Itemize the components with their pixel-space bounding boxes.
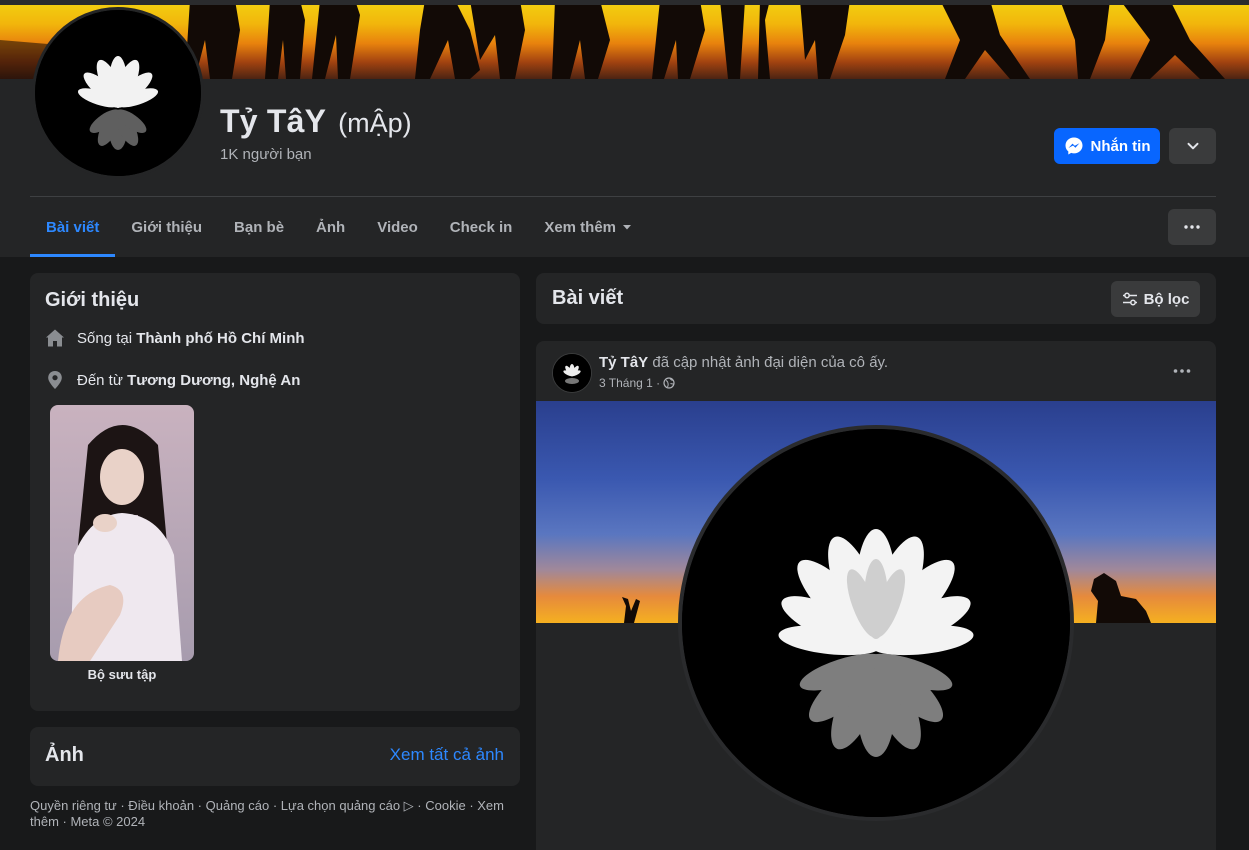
tab-label: Check in: [449, 218, 513, 236]
post-card: Tỷ TâY đã cập nhật ảnh đại diện của cô ấ…: [536, 341, 1216, 850]
caret-down-icon: [623, 225, 632, 230]
location-pin-icon: [48, 371, 62, 389]
profile-alt-name: (mẬp): [338, 108, 412, 138]
more-dots-icon: [1184, 225, 1200, 229]
intro-title: Giới thiệu: [45, 289, 140, 311]
post-lotus-circle: [678, 425, 1074, 821]
tab-about[interactable]: Giới thiệu: [115, 197, 218, 257]
friend-count[interactable]: 1K người bạn: [220, 146, 312, 163]
profile-options-dropdown[interactable]: [1169, 128, 1216, 164]
tab-see-more[interactable]: Xem thêm: [528, 197, 648, 257]
more-options-button[interactable]: [1168, 209, 1216, 245]
post-author-avatar[interactable]: [552, 353, 592, 393]
posts-header-card: Bài viết Bộ lọc: [536, 273, 1216, 324]
filter-label: Bộ lọc: [1143, 290, 1190, 308]
footer-links[interactable]: Quyền riêng tư · Điều khoản · Quảng cáo …: [30, 798, 520, 830]
post-menu-button[interactable]: [1166, 357, 1198, 385]
tab-label: Giới thiệu: [131, 218, 203, 236]
featured-caption: Bộ sưu tập: [87, 667, 157, 682]
chevron-down-icon: [1187, 142, 1198, 150]
tab-label: Bạn bè: [234, 218, 285, 236]
more-dots-icon: [1173, 369, 1191, 373]
profile-tabs: Bài viết Giới thiệu Bạn bè Ảnh Video Che…: [30, 197, 648, 257]
tab-check-in[interactable]: Check in: [434, 197, 529, 257]
photos-card: Ảnh Xem tất cả ảnh: [30, 727, 520, 786]
intro-from-value[interactable]: Tương Dương, Nghệ An: [127, 372, 300, 389]
messenger-icon: [1065, 137, 1082, 155]
featured-collection-photo[interactable]: [50, 405, 194, 661]
tab-label: Video: [377, 218, 418, 236]
intro-from: Đến từ Tương Dương, Nghệ An: [45, 370, 300, 390]
post-header-line: Tỷ TâY đã cập nhật ảnh đại diện của cô ấ…: [599, 354, 888, 371]
post-author-name[interactable]: Tỷ TâY: [599, 354, 648, 371]
message-button[interactable]: Nhắn tin: [1054, 128, 1160, 164]
profile-name: Tỷ TâY: [220, 103, 327, 139]
post-date[interactable]: 3 Tháng 1 ·: [599, 376, 660, 390]
profile-name-block: Tỷ TâY (mẬp): [220, 103, 412, 140]
post-meta: 3 Tháng 1 ·: [599, 376, 675, 390]
lotus-image: [35, 10, 201, 176]
photos-title: Ảnh: [45, 744, 84, 766]
filter-button[interactable]: Bộ lọc: [1111, 281, 1200, 317]
intro-from-prefix: Đến từ: [77, 371, 128, 389]
message-button-label: Nhắn tin: [1090, 137, 1151, 155]
profile-avatar[interactable]: [32, 7, 204, 179]
tab-friends[interactable]: Bạn bè: [218, 197, 300, 257]
intro-lives-value[interactable]: Thành phố Hồ Chí Minh: [136, 330, 304, 347]
tab-videos[interactable]: Video: [361, 197, 434, 257]
post-action-text: đã cập nhật ảnh đại diện của cô ấy.: [648, 354, 889, 371]
posts-title: Bài viết: [552, 287, 624, 309]
intro-card: Giới thiệu Sống tại Thành phố Hồ Chí Min…: [30, 273, 520, 711]
globe-public-icon: [663, 377, 675, 389]
lotus-thumbnail: [553, 354, 591, 392]
profile-page: Tỷ TâY (mẬp) 1K người bạn Nhắn tin Bài vi…: [0, 0, 1249, 850]
tab-label: Bài viết: [46, 218, 100, 236]
portrait-image: [50, 405, 194, 661]
tab-label: Xem thêm: [544, 218, 617, 236]
post-image[interactable]: [536, 401, 1216, 850]
filter-sliders-icon: [1122, 292, 1137, 306]
see-all-photos-link[interactable]: Xem tất cả ảnh: [390, 745, 504, 765]
intro-lives-in: Sống tại Thành phố Hồ Chí Minh: [45, 328, 305, 348]
tab-photos[interactable]: Ảnh: [300, 197, 361, 257]
tab-label: Ảnh: [316, 218, 346, 236]
home-icon: [46, 329, 64, 347]
tab-posts[interactable]: Bài viết: [30, 197, 116, 257]
profile-header: Tỷ TâY (mẬp) 1K người bạn Nhắn tin Bài vi…: [0, 0, 1249, 257]
intro-lives-prefix: Sống tại: [77, 329, 137, 347]
